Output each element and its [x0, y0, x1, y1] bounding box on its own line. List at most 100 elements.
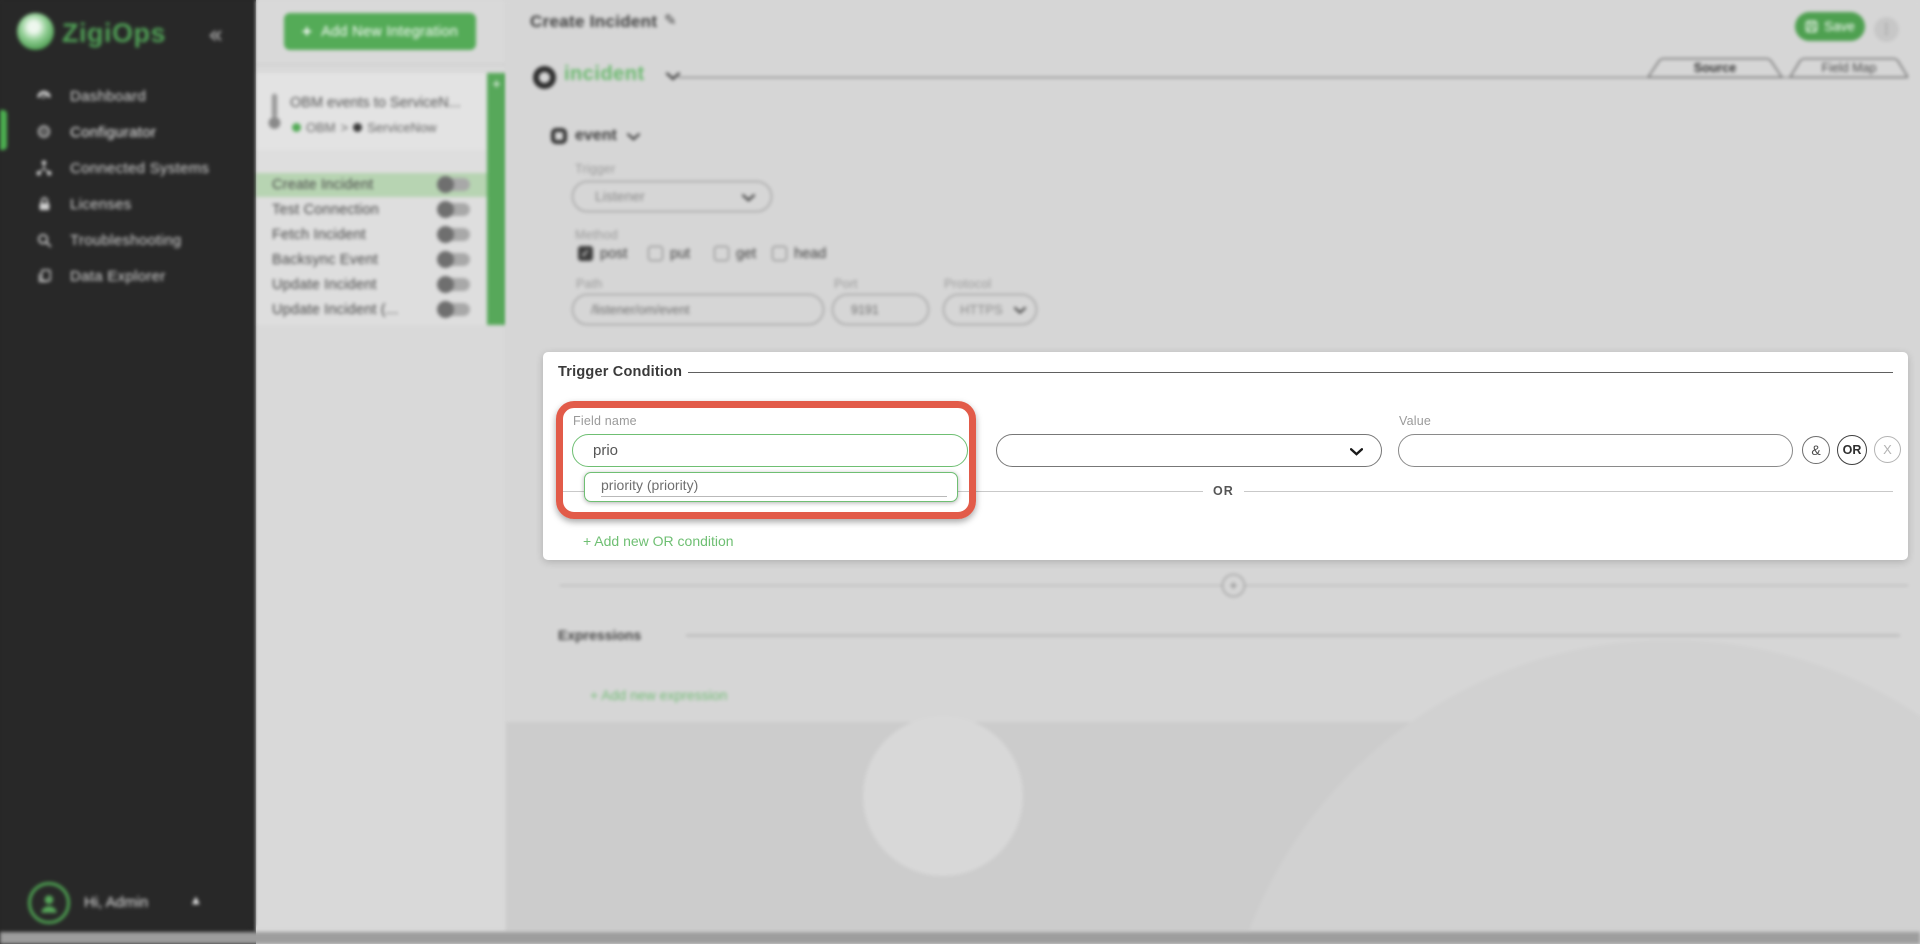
suggestion-item[interactable]: priority (priority): [601, 477, 698, 493]
divider: [688, 372, 1893, 373]
chevron-down-icon[interactable]: [666, 72, 680, 81]
tab-source[interactable]: Source: [1648, 58, 1782, 78]
tab-field-map[interactable]: Field Map: [1790, 58, 1908, 78]
chevron-down-icon[interactable]: [627, 133, 640, 141]
or-divider-label: OR: [1203, 484, 1244, 498]
sidebar-item-label: Licenses: [70, 196, 132, 213]
background-shape: [863, 716, 1023, 876]
plus-icon: +: [302, 22, 312, 42]
field-name-input[interactable]: [572, 434, 968, 467]
method-option-label: get: [736, 246, 756, 262]
sidebar-item-connected-systems[interactable]: Connected Systems: [0, 150, 256, 186]
sidebar-item-label: Dashboard: [70, 88, 146, 105]
user-avatar-icon: [28, 882, 70, 924]
trigger-condition-card: Trigger Condition OR Field name priority…: [543, 352, 1908, 560]
toggle-switch[interactable]: [440, 303, 470, 316]
sidebar-item-label: Troubleshooting: [70, 232, 182, 249]
thermometer-icon: [268, 91, 281, 136]
add-operation-strip[interactable]: +: [487, 73, 506, 325]
port-input[interactable]: [832, 294, 929, 325]
add-or-condition-link[interactable]: + Add new OR condition: [583, 533, 734, 549]
user-menu[interactable]: Hi, Admin ▲: [0, 880, 256, 932]
path-label: Path: [576, 277, 603, 291]
toggle-switch[interactable]: [440, 278, 470, 291]
add-new-integration-button[interactable]: + Add New Integration: [284, 13, 476, 50]
app-name: ZigiOps: [62, 18, 166, 49]
zigiops-app: ZigiOps « Dashboard ⚙ Configurator Conne…: [0, 0, 1920, 944]
operation-label: Update Incident: [272, 277, 377, 293]
sidebar: ZigiOps « Dashboard ⚙ Configurator Conne…: [0, 0, 256, 932]
trigger-value: Listener: [595, 188, 645, 204]
arrow-separator: >: [341, 120, 349, 135]
toggle-switch[interactable]: [440, 203, 470, 216]
edit-pencil-icon[interactable]: ✎: [664, 11, 677, 29]
event-section-toggle[interactable]: event: [575, 127, 617, 145]
list-item-test-connection[interactable]: Test Connection: [256, 198, 487, 222]
chevron-down-icon: [1014, 307, 1026, 314]
trigger-condition-title: Trigger Condition: [558, 364, 682, 380]
method-option-label: head: [794, 246, 826, 262]
tab-label: Source: [1648, 61, 1782, 75]
save-icon: [1805, 20, 1818, 33]
checkbox-post[interactable]: ✓: [578, 246, 593, 261]
kebab-menu-icon[interactable]: ⋮: [1874, 17, 1899, 42]
checkbox-get[interactable]: [714, 246, 729, 261]
sidebar-item-configurator[interactable]: ⚙ Configurator: [0, 114, 256, 150]
data-explorer-icon: [34, 266, 54, 286]
save-button[interactable]: Save: [1795, 12, 1865, 41]
integration-systems: OBM > ServiceNow: [292, 120, 437, 135]
toggle-switch[interactable]: [440, 178, 470, 191]
toggle-switch[interactable]: [440, 253, 470, 266]
page-title: Create Incident: [530, 12, 657, 32]
list-item-fetch-incident[interactable]: Fetch Incident: [256, 223, 487, 247]
chevron-down-icon: [1350, 448, 1363, 456]
gear-icon: ⚙: [34, 122, 54, 142]
zigiops-logo-icon: [17, 13, 54, 50]
expressions-title: Expressions: [558, 627, 641, 643]
divider: [256, 64, 506, 65]
sidebar-item-licenses[interactable]: Licenses: [0, 186, 256, 222]
source-status-icon: [292, 123, 301, 132]
integration-title: OBM events to ServiceN...: [290, 95, 482, 111]
condition-operator-select[interactable]: [996, 434, 1382, 467]
checkbox-put[interactable]: [648, 246, 663, 261]
divider: [686, 635, 1900, 636]
list-item-update-incident[interactable]: Update Incident: [256, 273, 487, 297]
trigger-select[interactable]: Listener: [572, 181, 772, 212]
condition-value-input[interactable]: [1398, 434, 1793, 467]
sidebar-item-data-explorer[interactable]: Data Explorer: [0, 258, 256, 294]
list-item-create-incident[interactable]: Create Incident: [256, 173, 487, 197]
checkbox-head[interactable]: [772, 246, 787, 261]
operation-label: Backsync Event: [272, 252, 378, 268]
add-section-button[interactable]: +: [1222, 574, 1245, 597]
or-condition-button[interactable]: OR: [1837, 435, 1867, 465]
add-expression-link[interactable]: + Add new expression: [590, 687, 727, 703]
toggle-switch[interactable]: [440, 228, 470, 241]
list-item-backsync-event[interactable]: Backsync Event: [256, 248, 487, 272]
remove-condition-button[interactable]: X: [1874, 436, 1901, 463]
collapse-sidebar-icon[interactable]: «: [208, 20, 223, 49]
target-status-icon: [353, 123, 362, 132]
save-label: Save: [1824, 19, 1855, 34]
caret-up-icon[interactable]: ▲: [192, 895, 200, 906]
and-condition-button[interactable]: &: [1802, 436, 1830, 464]
event-section-icon: [551, 128, 567, 144]
network-icon: [34, 158, 54, 178]
method-label: Method: [575, 228, 618, 242]
operation-label: Fetch Incident: [272, 227, 366, 243]
sidebar-item-label: Data Explorer: [70, 268, 166, 285]
lock-icon: [34, 194, 54, 214]
user-greeting: Hi, Admin: [84, 894, 148, 911]
protocol-select[interactable]: HTTPS: [943, 294, 1037, 325]
operations-list: Create Incident Test Connection Fetch In…: [256, 150, 487, 325]
integration-card[interactable]: OBM events to ServiceN... OBM > ServiceN…: [256, 73, 487, 150]
operation-label: Update Incident (...: [272, 302, 399, 318]
protocol-label: Protocol: [944, 277, 991, 291]
sidebar-item-dashboard[interactable]: Dashboard: [0, 78, 256, 114]
suggestion-dropdown: priority (priority): [584, 472, 958, 502]
entity-selector[interactable]: incident: [564, 63, 645, 86]
target-system: ServiceNow: [367, 120, 436, 135]
sidebar-item-troubleshooting[interactable]: Troubleshooting: [0, 222, 256, 258]
list-item-update-incident-2[interactable]: Update Incident (...: [256, 298, 487, 322]
path-input[interactable]: [572, 294, 824, 325]
